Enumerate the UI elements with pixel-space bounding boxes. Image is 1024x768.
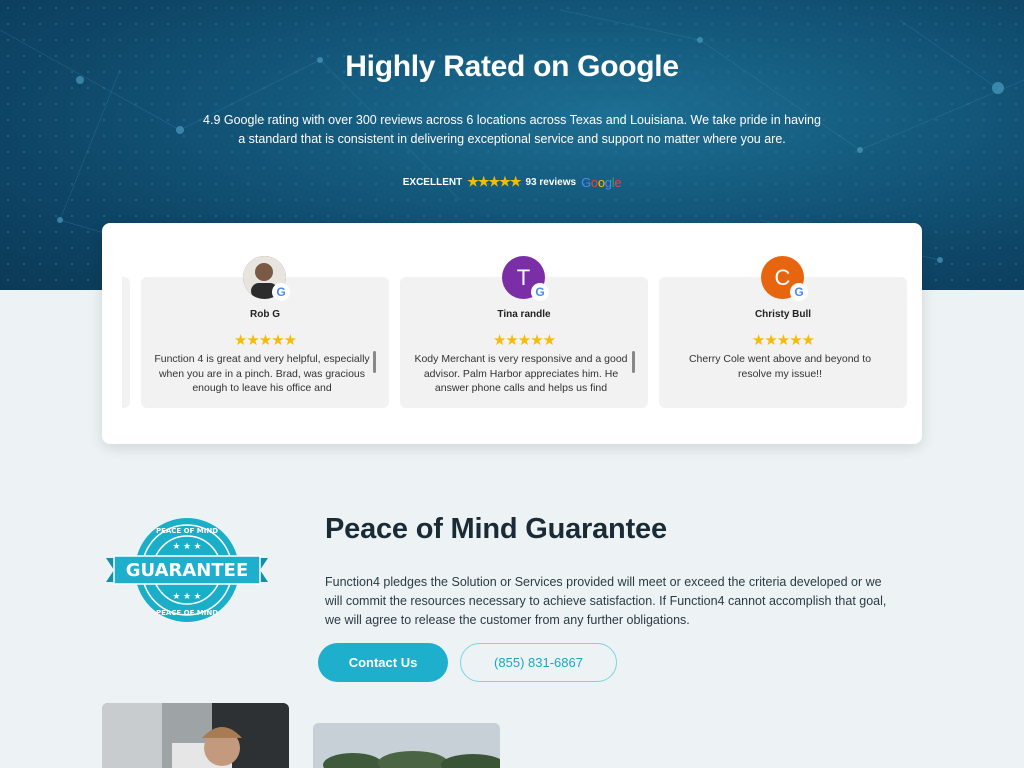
reviews-carousel[interactable]: G Rob G ★★★★★ Function 4 is great and ve… (102, 223, 922, 444)
reviewer-avatar: G (243, 256, 290, 301)
hero-title: Highly Rated on Google (345, 50, 679, 83)
review-text: Kody Merchant is very responsive and a g… (414, 353, 628, 394)
reviewer-name: Rob G (250, 309, 280, 320)
svg-text:★ ★ ★: ★ ★ ★ (172, 541, 201, 551)
review-card[interactable]: C G Christy Bull ★★★★★ Cherry Cole went … (659, 256, 907, 408)
rating-stars-icon: ★★★★★ (467, 174, 521, 189)
review-stars-icon: ★★★★★ (233, 332, 297, 349)
review-text: Function 4 is great and very helpful, es… (154, 353, 370, 394)
google-logo: Google (581, 174, 622, 190)
guarantee-title: Peace of Mind Guarantee (325, 513, 667, 545)
previous-review-edge[interactable] (122, 277, 130, 408)
reviewer-avatar: C G (761, 256, 808, 301)
review-stars-icon: ★★★★★ (751, 332, 815, 349)
guarantee-badge-icon: GUARANTEE PEACE OF MIND PEACE OF MIND ★ … (106, 518, 268, 622)
review-card[interactable]: G Rob G ★★★★★ Function 4 is great and ve… (141, 256, 389, 408)
avatar-letter: T (516, 264, 531, 290)
svg-text:★ ★ ★: ★ ★ ★ (172, 591, 201, 601)
svg-text:GUARANTEE: GUARANTEE (126, 560, 249, 581)
review-stars-icon: ★★★★★ (492, 332, 556, 349)
reviewer-name: Tina randle (497, 309, 551, 320)
google-badge-icon: G (272, 283, 290, 301)
review-count: 93 reviews (525, 176, 577, 188)
avatar-letter: C (774, 264, 791, 290)
guarantee-text: Function4 pledges the Solution or Servic… (325, 575, 887, 627)
outdoor-photo (313, 723, 500, 768)
google-badge-icon: G (531, 283, 549, 301)
reviewer-avatar: T G (502, 256, 549, 301)
contact-us-button[interactable]: Contact Us (318, 643, 448, 682)
hero-description: 4.9 Google rating with over 300 reviews … (203, 113, 821, 146)
google-rating-summary[interactable]: EXCELLENT ★★★★★ 93 reviews Google (0, 174, 1024, 190)
google-badge-icon: G (790, 283, 808, 301)
review-text: Cherry Cole went above and beyond to res… (688, 353, 872, 380)
office-photo (102, 703, 289, 768)
rating-label: EXCELLENT (402, 176, 463, 188)
review-scrollbar[interactable] (373, 351, 376, 373)
review-card[interactable]: T G Tina randle ★★★★★ Kody Merchant is v… (400, 256, 648, 408)
svg-text:PEACE OF MIND: PEACE OF MIND (156, 609, 218, 617)
trees-landscape-image (313, 723, 500, 768)
person-at-desk-image (102, 703, 289, 768)
reviewer-name: Christy Bull (754, 309, 812, 320)
phone-button[interactable]: (855) 831-6867 (460, 643, 617, 682)
review-scrollbar[interactable] (632, 351, 635, 373)
svg-text:PEACE OF MIND: PEACE OF MIND (156, 527, 218, 535)
